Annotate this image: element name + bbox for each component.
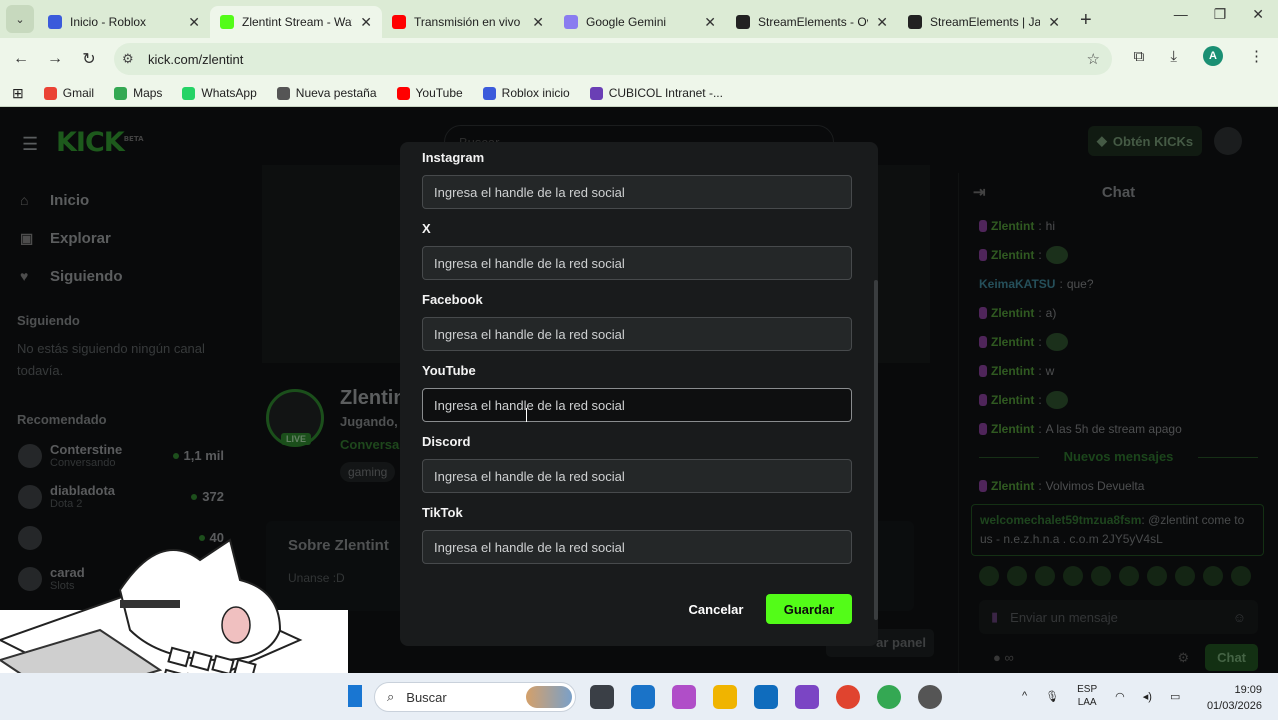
tab-title: Zlentint Stream - Wat [242, 15, 353, 29]
download-icon[interactable]: ⤓ [1170, 48, 1177, 65]
bookmark-item[interactable]: CUBICOL Intranet -... [589, 86, 723, 100]
tab-close-icon[interactable]: ✕ [188, 14, 200, 31]
tab-strip: ⌄ Inicio - Roblox ✕ Zlentint Stream - Wa… [0, 0, 1278, 38]
address-bar[interactable]: ⚙ kick.com/zlentint ☆ [114, 43, 1112, 75]
browser-tab[interactable]: Zlentint Stream - Wat ✕ [210, 6, 382, 38]
discord-handle-input[interactable] [422, 459, 852, 493]
tab-close-icon[interactable]: ✕ [1048, 14, 1060, 31]
tab-favicon-icon [48, 15, 62, 29]
task-view-icon[interactable] [590, 685, 614, 709]
bookmark-item[interactable]: WhatsApp [182, 86, 257, 100]
bookmark-favicon-icon [396, 86, 410, 100]
tiktok-handle-input[interactable] [422, 530, 852, 564]
maximize-button[interactable]: ❐ [1214, 6, 1227, 23]
url-text: kick.com/zlentint [148, 51, 244, 67]
back-button[interactable]: ← [4, 50, 38, 68]
tab-close-icon[interactable]: ✕ [532, 14, 544, 31]
menu-icon[interactable]: ⋮ [1249, 47, 1264, 65]
copilot-icon[interactable] [672, 685, 696, 709]
browser-tab[interactable]: Transmisión en vivo - ✕ [382, 6, 554, 38]
forward-button[interactable]: → [38, 50, 72, 68]
new-tab-button[interactable]: + [1080, 9, 1092, 32]
start-button[interactable] [348, 685, 362, 707]
wifi-icon[interactable]: ◠ [1115, 690, 1125, 703]
bookmarks-bar: ⊞ Gmail Maps WhatsApp Nueva pestaña YouTube R… [0, 80, 1278, 107]
windows-taskbar: ⌕ Buscar ^ 🎙 ESP LAA ◠ ◂) ▭ 19:09 01/03/2… [0, 673, 1278, 720]
search-highlight-image [526, 686, 572, 708]
tab-search-button[interactable]: ⌄ [6, 5, 34, 33]
text-cursor-icon [526, 408, 528, 422]
tab-favicon-icon [220, 15, 234, 29]
tray-overflow-icon[interactable]: ^ [1022, 690, 1027, 702]
field-label-discord: Discord [422, 434, 471, 449]
bookmark-favicon-icon [114, 86, 128, 100]
volume-icon[interactable]: ◂) [1143, 690, 1152, 703]
file-explorer-icon[interactable] [713, 685, 737, 709]
browser-toolbar: ← → ↻ ⚙ kick.com/zlentint ☆ ⧉ ⤓ A ⋮ [0, 38, 1278, 80]
tab-favicon-icon [392, 15, 406, 29]
bookmark-favicon-icon [482, 86, 496, 100]
chrome-profile-icon[interactable] [877, 685, 901, 709]
profile-avatar[interactable]: A [1203, 46, 1223, 66]
tab-title: Google Gemini [586, 15, 667, 29]
bookmark-item[interactable]: Nueva pestaña [276, 86, 377, 100]
browser-tab[interactable]: Inicio - Roblox ✕ [38, 6, 210, 38]
taskbar-clock[interactable]: 19:09 01/03/2026 [1200, 682, 1262, 714]
bookmark-favicon-icon [182, 86, 196, 100]
browser-tab[interactable]: StreamElements | Jap ✕ [898, 6, 1070, 38]
bookmark-item[interactable]: Maps [114, 86, 162, 100]
tab-favicon-icon [736, 15, 750, 29]
chrome-icon[interactable] [836, 685, 860, 709]
field-label-instagram: Instagram [422, 150, 485, 165]
bookmark-favicon-icon [276, 86, 290, 100]
field-label-x: X [422, 221, 431, 236]
close-window-button[interactable]: ✕ [1252, 6, 1264, 23]
reload-button[interactable]: ↻ [72, 49, 106, 69]
field-label-tiktok: TikTok [422, 505, 463, 520]
youtube-handle-input[interactable] [422, 388, 852, 422]
browser-tab[interactable]: StreamElements - Ov ✕ [726, 6, 898, 38]
language-indicator[interactable]: ESP LAA [1077, 683, 1097, 709]
browser-tab[interactable]: Google Gemini ✕ [554, 6, 726, 38]
outlook-icon[interactable] [754, 685, 778, 709]
tab-title: Inicio - Roblox [70, 15, 147, 29]
tab-favicon-icon [908, 15, 922, 29]
field-label-facebook: Facebook [422, 292, 483, 307]
recording-app-icon[interactable] [918, 685, 942, 709]
tab-close-icon[interactable]: ✕ [876, 14, 888, 31]
tab-title: StreamElements | Jap [930, 15, 1041, 29]
instagram-handle-input[interactable] [422, 175, 852, 209]
window-controls: — ❐ ✕ [1174, 6, 1278, 23]
social-links-modal: Instagram X Facebook YouTube Discord TikTok C… [400, 142, 878, 646]
bookmark-favicon-icon [43, 86, 57, 100]
edge-icon[interactable] [631, 685, 655, 709]
field-label-youtube: YouTube [422, 363, 476, 378]
modal-scrollbar[interactable] [874, 280, 878, 620]
facebook-handle-input[interactable] [422, 317, 852, 351]
cancel-button[interactable]: Cancelar [686, 594, 746, 624]
minimize-button[interactable]: — [1174, 6, 1188, 23]
tab-title: StreamElements - Ov [758, 15, 869, 29]
microphone-icon[interactable]: 🎙 [1045, 690, 1059, 703]
x-handle-input[interactable] [422, 246, 852, 280]
search-icon: ⌕ [387, 689, 395, 704]
bookmark-favicon-icon [589, 86, 603, 100]
tab-close-icon[interactable]: ✕ [360, 14, 372, 31]
m365-icon[interactable] [795, 685, 819, 709]
extensions-icon[interactable]: ⧉ [1134, 48, 1145, 65]
site-info-icon[interactable]: ⚙ [122, 51, 140, 67]
tab-close-icon[interactable]: ✕ [704, 14, 716, 31]
tab-title: Transmisión en vivo - [414, 15, 525, 29]
battery-icon[interactable]: ▭ [1170, 690, 1180, 703]
apps-grid-icon[interactable]: ⊞ [12, 85, 24, 102]
bookmark-star-icon[interactable]: ☆ [1087, 50, 1100, 68]
bookmark-item[interactable]: Gmail [43, 86, 94, 100]
bookmark-item[interactable]: YouTube [396, 86, 463, 100]
taskbar-search[interactable]: ⌕ Buscar [374, 682, 576, 712]
save-button[interactable]: Guardar [766, 594, 852, 624]
bookmark-item[interactable]: Roblox inicio [482, 86, 570, 100]
tab-favicon-icon [564, 15, 578, 29]
